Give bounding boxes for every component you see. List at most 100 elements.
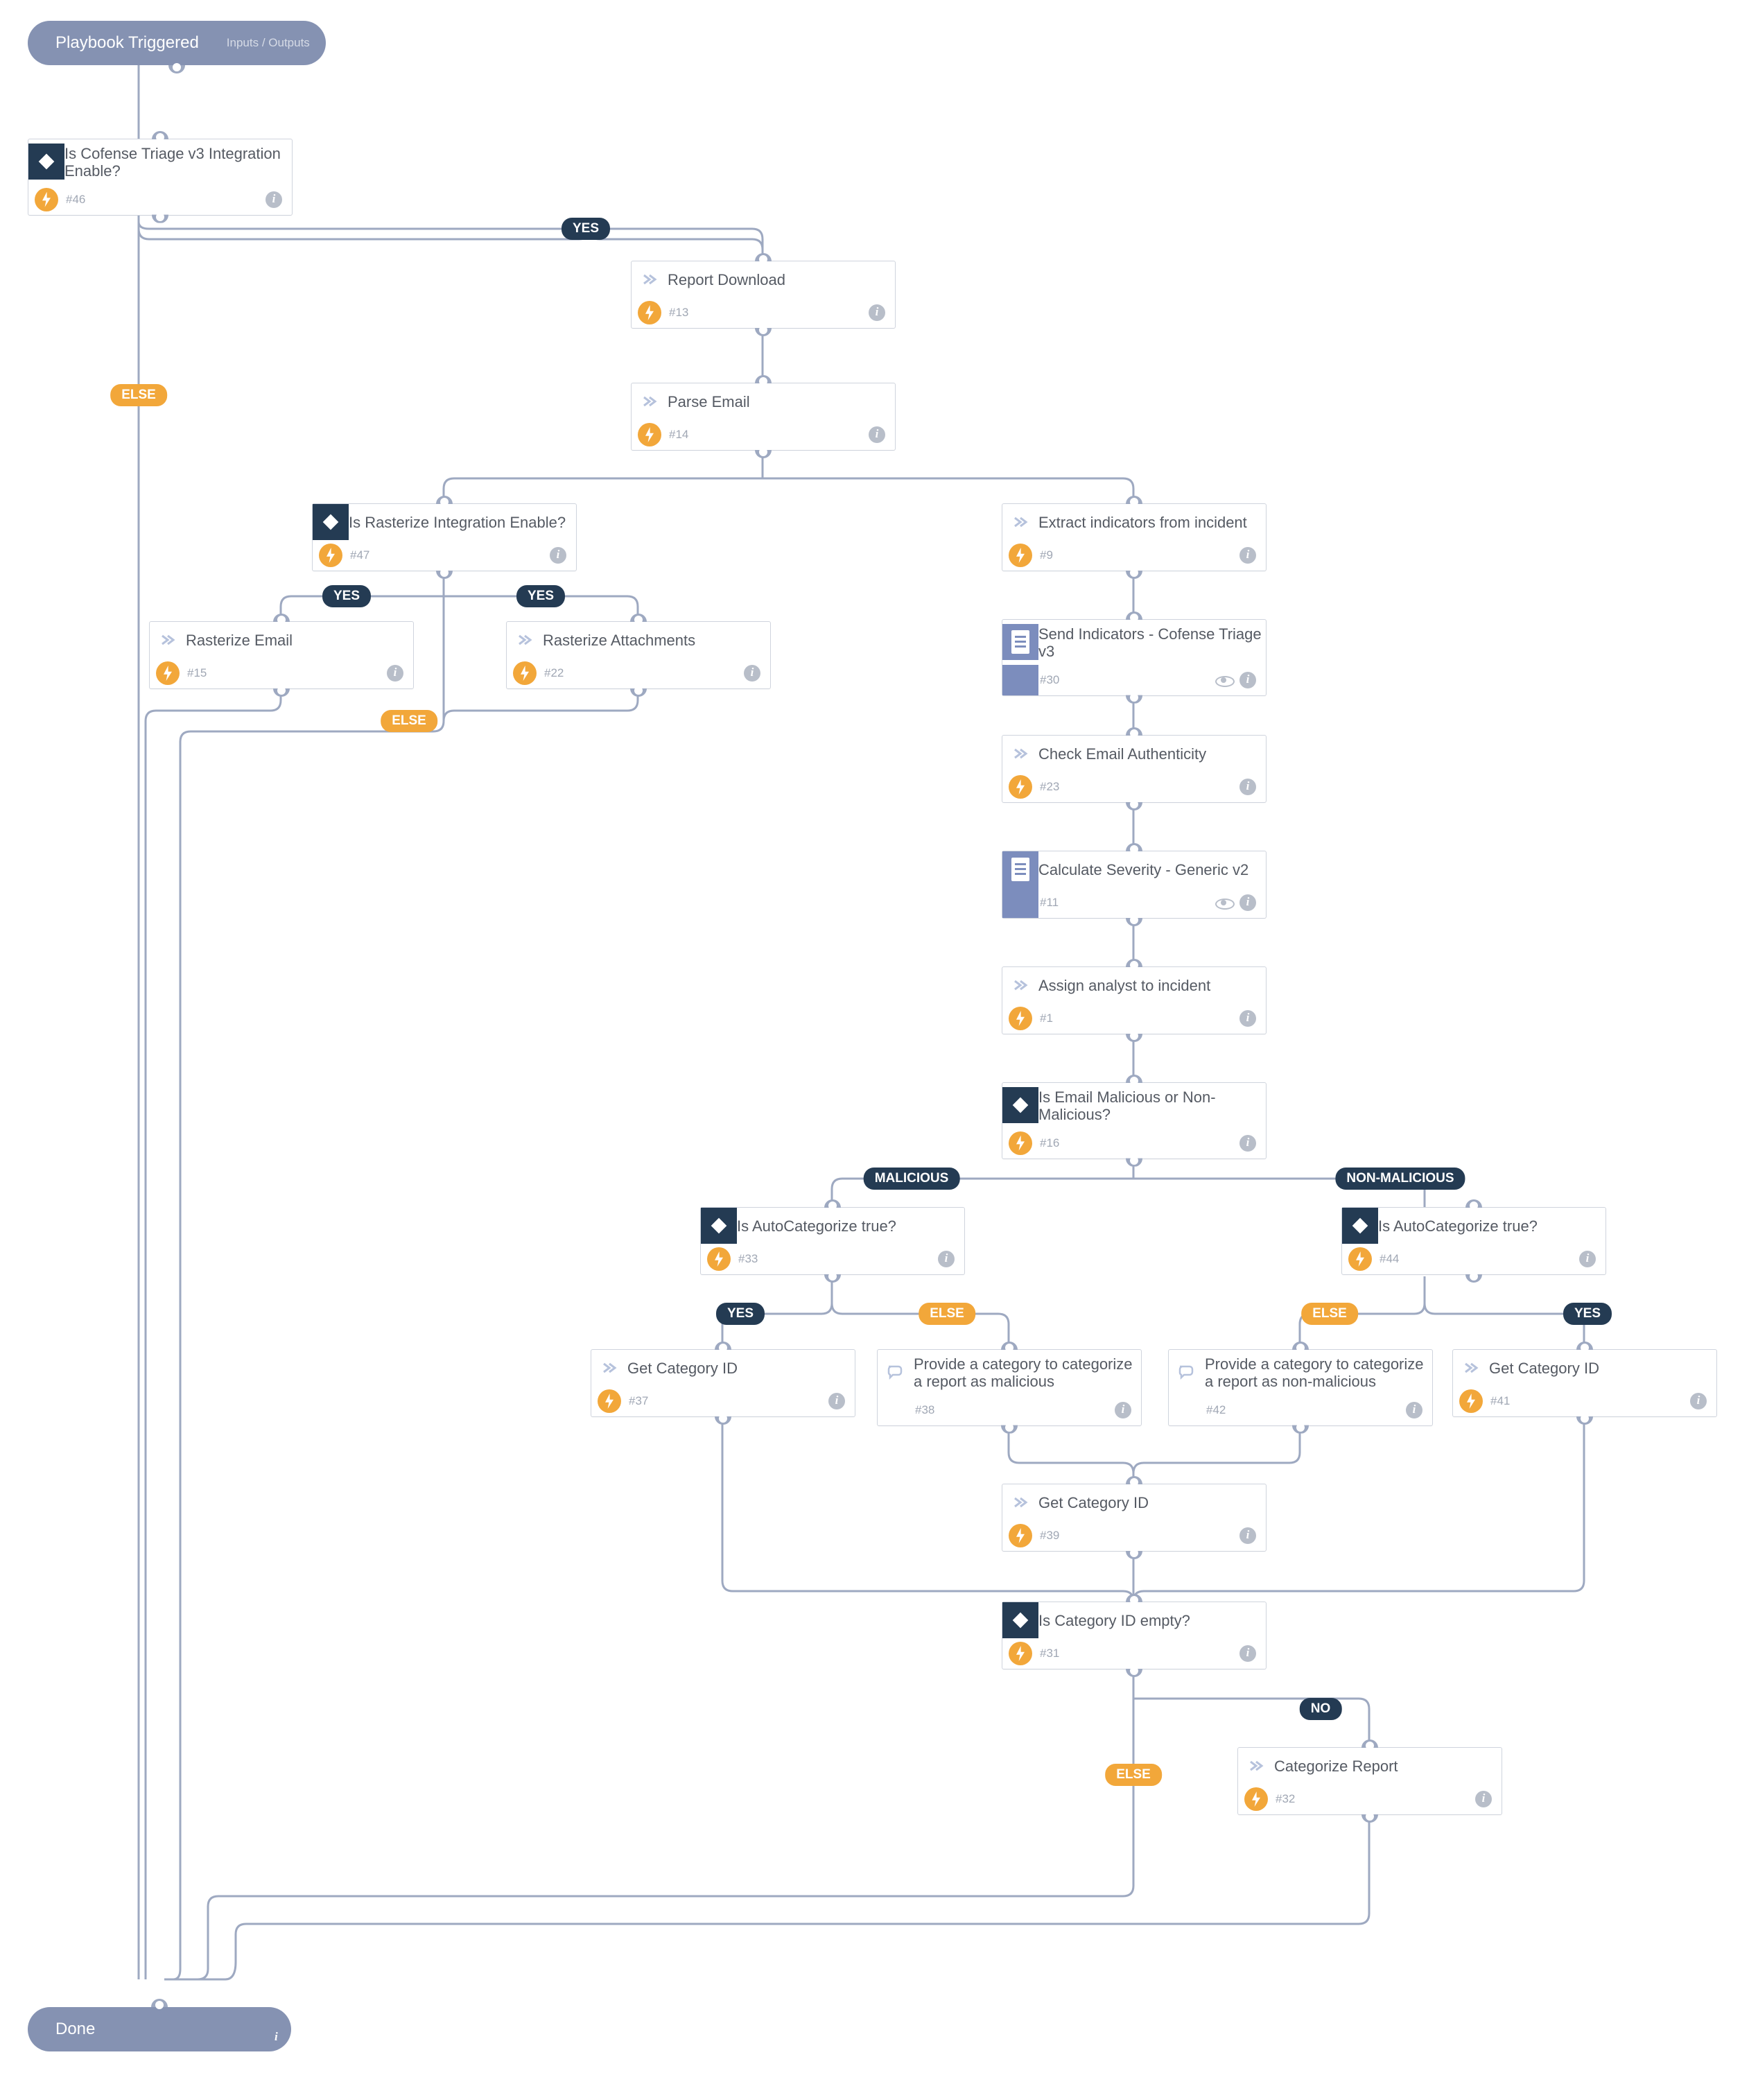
diamond-icon <box>1002 1087 1038 1123</box>
node-title: Calculate Severity - Generic v2 <box>1038 856 1266 883</box>
node-title: Provide a category to categorize a repor… <box>914 1350 1141 1395</box>
label-yes: YES <box>516 585 565 607</box>
info-icon[interactable] <box>938 1251 955 1267</box>
label-else: ELSE <box>1105 1764 1162 1786</box>
node-number: #14 <box>668 428 688 442</box>
node-title: Get Category ID <box>627 1354 855 1381</box>
label-else: ELSE <box>919 1303 975 1325</box>
node-title: Get Category ID <box>1038 1489 1266 1516</box>
node-autocategorize-malicious[interactable]: Is AutoCategorize true? #33 <box>700 1207 965 1275</box>
node-is-email-malicious[interactable]: Is Email Malicious or Non-Malicious? #16 <box>1002 1082 1267 1159</box>
info-icon[interactable] <box>1239 1135 1256 1152</box>
node-title: Parse Email <box>668 388 895 415</box>
node-title: Extract indicators from incident <box>1038 508 1266 535</box>
info-icon[interactable] <box>1239 894 1256 911</box>
node-number: #46 <box>64 193 85 207</box>
diamond-icon <box>701 1208 737 1244</box>
node-title: Send Indicators - Cofense Triage v3 <box>1038 620 1266 665</box>
label-yes: YES <box>562 218 610 240</box>
bolt-icon <box>28 184 64 215</box>
label-no: NO <box>1300 1698 1342 1720</box>
node-number: #11 <box>1038 896 1059 910</box>
node-check-email-authenticity[interactable]: Check Email Authenticity #23 <box>1002 735 1267 803</box>
bolt-icon <box>1002 1520 1038 1551</box>
chat-icon <box>1169 1354 1205 1390</box>
inputs-outputs-link[interactable]: Inputs / Outputs <box>227 36 310 50</box>
node-rasterize-attachments[interactable]: Rasterize Attachments #22 <box>506 621 771 689</box>
bolt-icon <box>150 658 186 688</box>
node-assign-analyst[interactable]: Assign analyst to incident #1 <box>1002 966 1267 1034</box>
label-else: ELSE <box>110 384 167 406</box>
node-title: Provide a category to categorize a repor… <box>1205 1350 1432 1395</box>
node-get-category-id-41[interactable]: Get Category ID #41 <box>1452 1349 1717 1417</box>
info-icon[interactable] <box>1239 779 1256 795</box>
diamond-icon <box>1342 1208 1378 1244</box>
node-is-rasterize-enabled[interactable]: Is Rasterize Integration Enable? #47 <box>312 503 577 571</box>
chevrons-icon <box>1238 1748 1274 1784</box>
node-is-cofense-triage-enabled[interactable]: Is Cofense Triage v3 Integration Enable?… <box>28 139 293 216</box>
start-node[interactable]: Playbook Triggered Inputs / Outputs <box>28 21 326 65</box>
info-icon[interactable] <box>387 665 403 682</box>
node-title: Categorize Report <box>1274 1752 1502 1779</box>
info-icon[interactable] <box>1239 1645 1256 1662</box>
eye-icon[interactable] <box>1215 671 1233 689</box>
node-rasterize-email[interactable]: Rasterize Email #15 <box>149 621 414 689</box>
info-icon[interactable] <box>744 665 760 682</box>
node-provide-category-malicious[interactable]: Provide a category to categorize a repor… <box>877 1349 1142 1426</box>
chevrons-icon <box>1453 1350 1489 1386</box>
node-categorize-report[interactable]: Categorize Report #32 <box>1237 1747 1502 1815</box>
info-icon[interactable] <box>869 304 885 321</box>
info-icon[interactable] <box>1579 1251 1596 1267</box>
playbook-icon <box>1002 624 1038 660</box>
bolt-icon <box>1002 1638 1038 1669</box>
info-icon[interactable] <box>266 191 282 208</box>
info-icon[interactable] <box>1475 1791 1492 1807</box>
bolt-icon <box>701 1244 737 1274</box>
chevrons-icon <box>632 383 668 419</box>
node-report-download[interactable]: Report Download #13 <box>631 261 896 329</box>
info-icon[interactable] <box>1239 672 1256 688</box>
chevrons-icon <box>507 622 543 658</box>
node-number: #22 <box>543 666 564 680</box>
info-icon[interactable] <box>1690 1393 1707 1409</box>
node-title: Assign analyst to incident <box>1038 971 1266 998</box>
node-title: Is Category ID empty? <box>1038 1606 1266 1633</box>
node-number: #1 <box>1038 1012 1053 1025</box>
node-title: Is Cofense Triage v3 Integration Enable? <box>64 139 292 184</box>
node-autocategorize-nonmalicious[interactable]: Is AutoCategorize true? #44 <box>1341 1207 1606 1275</box>
label-else: ELSE <box>381 710 437 732</box>
info-icon[interactable] <box>1239 547 1256 564</box>
playbook-icon <box>1002 851 1038 887</box>
node-title: Is Email Malicious or Non-Malicious? <box>1038 1083 1266 1128</box>
node-title: Get Category ID <box>1489 1354 1716 1381</box>
info-icon[interactable] <box>550 547 566 564</box>
bolt-icon <box>1002 1003 1038 1034</box>
chat-icon <box>878 1354 914 1390</box>
chevrons-icon <box>1002 736 1038 772</box>
node-send-indicators[interactable]: Send Indicators - Cofense Triage v3 #30 <box>1002 619 1267 696</box>
end-node[interactable]: Done <box>28 2007 291 2051</box>
bolt-icon <box>1342 1244 1378 1274</box>
node-extract-indicators[interactable]: Extract indicators from incident #9 <box>1002 503 1267 571</box>
bolt-icon <box>1002 540 1038 571</box>
node-calculate-severity[interactable]: Calculate Severity - Generic v2 #11 <box>1002 851 1267 919</box>
info-icon[interactable] <box>869 426 885 443</box>
node-is-category-id-empty[interactable]: Is Category ID empty? #31 <box>1002 1602 1267 1669</box>
node-number: #16 <box>1038 1136 1059 1150</box>
info-icon[interactable] <box>1239 1010 1256 1027</box>
info-icon[interactable] <box>1239 1527 1256 1544</box>
bolt-icon <box>632 297 668 328</box>
eye-icon[interactable] <box>1215 894 1233 912</box>
diamond-icon <box>28 144 64 180</box>
node-number: #31 <box>1038 1647 1059 1660</box>
node-get-category-id-39[interactable]: Get Category ID #39 <box>1002 1484 1267 1552</box>
node-provide-category-nonmalicious[interactable]: Provide a category to categorize a repor… <box>1168 1349 1433 1426</box>
node-parse-email[interactable]: Parse Email #14 <box>631 383 896 451</box>
start-title: Playbook Triggered <box>28 33 199 53</box>
node-get-category-id-37[interactable]: Get Category ID #37 <box>591 1349 855 1417</box>
info-icon[interactable] <box>828 1393 845 1409</box>
bolt-icon <box>1002 1128 1038 1159</box>
info-icon[interactable] <box>1406 1402 1422 1418</box>
bolt-icon <box>313 540 349 571</box>
info-icon[interactable] <box>1115 1402 1131 1418</box>
